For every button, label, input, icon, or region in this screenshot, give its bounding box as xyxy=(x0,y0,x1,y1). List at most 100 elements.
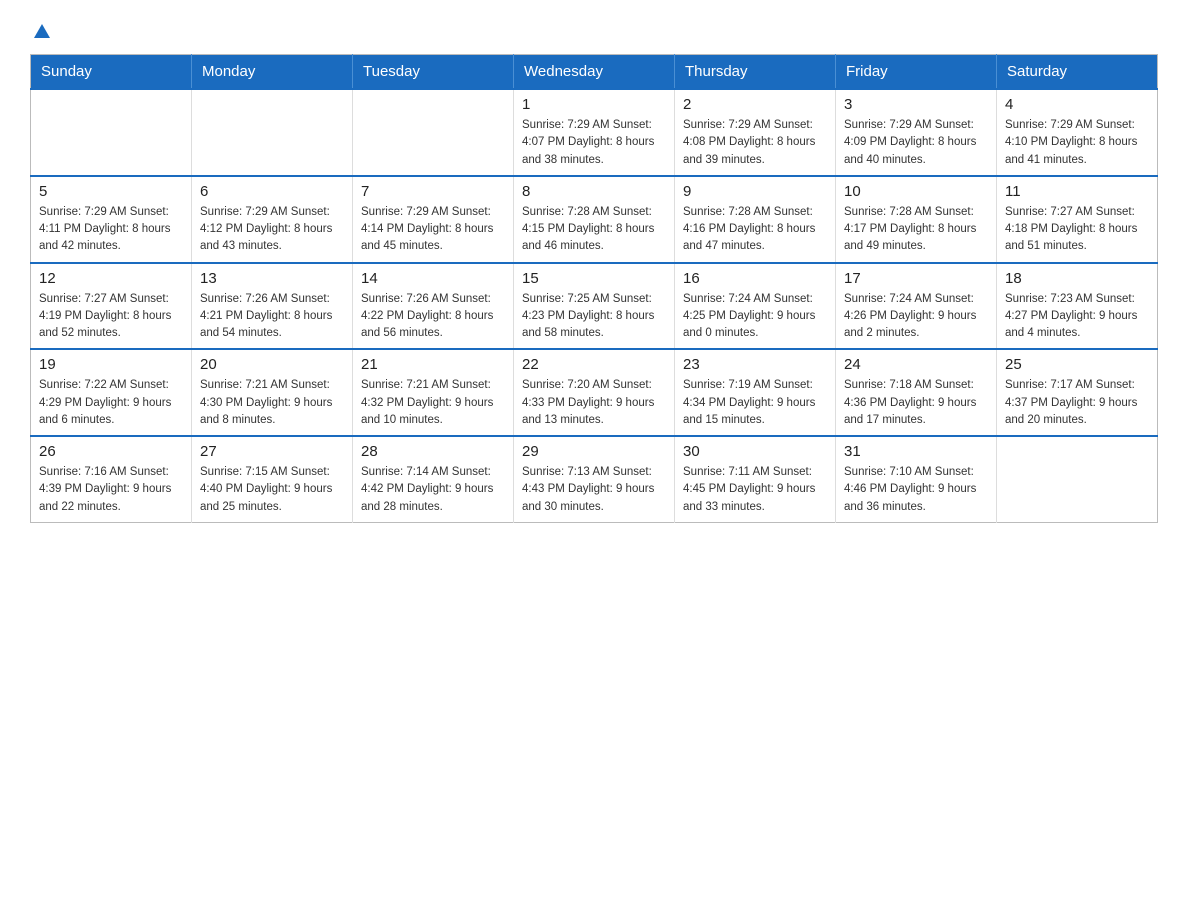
day-info: Sunrise: 7:29 AM Sunset: 4:14 PM Dayligh… xyxy=(361,204,505,256)
day-number: 27 xyxy=(200,443,344,460)
day-number: 10 xyxy=(844,183,988,200)
calendar-cell: 9 Sunrise: 7:28 AM Sunset: 4:16 PM Daylig… xyxy=(675,176,836,263)
day-number: 31 xyxy=(844,443,988,460)
calendar-cell: 24 Sunrise: 7:18 AM Sunset: 4:36 PM Dayli… xyxy=(836,349,997,436)
calendar-cell: 30 Sunrise: 7:11 AM Sunset: 4:45 PM Dayli… xyxy=(675,436,836,522)
day-number: 2 xyxy=(683,96,827,113)
day-info: Sunrise: 7:11 AM Sunset: 4:45 PM Dayligh… xyxy=(683,464,827,516)
day-number: 7 xyxy=(361,183,505,200)
day-number: 21 xyxy=(361,356,505,373)
day-number: 11 xyxy=(1005,183,1149,200)
day-number: 19 xyxy=(39,356,183,373)
day-info: Sunrise: 7:28 AM Sunset: 4:16 PM Dayligh… xyxy=(683,204,827,256)
calendar-cell: 7 Sunrise: 7:29 AM Sunset: 4:14 PM Daylig… xyxy=(353,176,514,263)
day-number: 1 xyxy=(522,96,666,113)
weekday-header-tuesday: Tuesday xyxy=(353,55,514,90)
day-info: Sunrise: 7:27 AM Sunset: 4:18 PM Dayligh… xyxy=(1005,204,1149,256)
day-number: 12 xyxy=(39,270,183,287)
day-number: 30 xyxy=(683,443,827,460)
calendar-cell: 27 Sunrise: 7:15 AM Sunset: 4:40 PM Dayli… xyxy=(192,436,353,522)
calendar-cell: 26 Sunrise: 7:16 AM Sunset: 4:39 PM Dayli… xyxy=(31,436,192,522)
calendar-cell: 15Sunrise: 7:25 AM Sunset: 4:23 PM Dayli… xyxy=(514,263,675,350)
calendar-week-row: 12 Sunrise: 7:27 AM Sunset: 4:19 PM Dayli… xyxy=(31,263,1158,350)
calendar-cell xyxy=(192,89,353,176)
calendar-cell: 11 Sunrise: 7:27 AM Sunset: 4:18 PM Dayli… xyxy=(997,176,1158,263)
day-number: 28 xyxy=(361,443,505,460)
day-info: Sunrise: 7:29 AM Sunset: 4:12 PM Dayligh… xyxy=(200,204,344,256)
day-info: Sunrise: 7:10 AM Sunset: 4:46 PM Dayligh… xyxy=(844,464,988,516)
day-info: Sunrise: 7:26 AM Sunset: 4:22 PM Dayligh… xyxy=(361,291,505,343)
day-info: Sunrise: 7:26 AM Sunset: 4:21 PM Dayligh… xyxy=(200,291,344,343)
calendar-cell: 2 Sunrise: 7:29 AM Sunset: 4:08 PM Daylig… xyxy=(675,89,836,176)
calendar-cell: 8 Sunrise: 7:28 AM Sunset: 4:15 PM Daylig… xyxy=(514,176,675,263)
calendar-cell: 13Sunrise: 7:26 AM Sunset: 4:21 PM Dayli… xyxy=(192,263,353,350)
day-info: Sunrise: 7:19 AM Sunset: 4:34 PM Dayligh… xyxy=(683,377,827,429)
day-number: 26 xyxy=(39,443,183,460)
day-info: Sunrise: 7:29 AM Sunset: 4:10 PM Dayligh… xyxy=(1005,117,1149,169)
calendar-cell: 20Sunrise: 7:21 AM Sunset: 4:30 PM Dayli… xyxy=(192,349,353,436)
day-info: Sunrise: 7:21 AM Sunset: 4:30 PM Dayligh… xyxy=(200,377,344,429)
day-info: Sunrise: 7:13 AM Sunset: 4:43 PM Dayligh… xyxy=(522,464,666,516)
day-info: Sunrise: 7:18 AM Sunset: 4:36 PM Dayligh… xyxy=(844,377,988,429)
day-number: 5 xyxy=(39,183,183,200)
logo-triangle-icon xyxy=(33,22,51,40)
calendar-cell: 23Sunrise: 7:19 AM Sunset: 4:34 PM Dayli… xyxy=(675,349,836,436)
day-info: Sunrise: 7:16 AM Sunset: 4:39 PM Dayligh… xyxy=(39,464,183,516)
day-info: Sunrise: 7:15 AM Sunset: 4:40 PM Dayligh… xyxy=(200,464,344,516)
calendar-cell: 4 Sunrise: 7:29 AM Sunset: 4:10 PM Daylig… xyxy=(997,89,1158,176)
day-info: Sunrise: 7:29 AM Sunset: 4:09 PM Dayligh… xyxy=(844,117,988,169)
day-number: 24 xyxy=(844,356,988,373)
calendar-cell: 16Sunrise: 7:24 AM Sunset: 4:25 PM Dayli… xyxy=(675,263,836,350)
weekday-header-monday: Monday xyxy=(192,55,353,90)
day-info: Sunrise: 7:22 AM Sunset: 4:29 PM Dayligh… xyxy=(39,377,183,429)
calendar-week-row: 19 Sunrise: 7:22 AM Sunset: 4:29 PM Dayli… xyxy=(31,349,1158,436)
day-info: Sunrise: 7:21 AM Sunset: 4:32 PM Dayligh… xyxy=(361,377,505,429)
weekday-header-sunday: Sunday xyxy=(31,55,192,90)
calendar-cell: 29 Sunrise: 7:13 AM Sunset: 4:43 PM Dayli… xyxy=(514,436,675,522)
day-number: 25 xyxy=(1005,356,1149,373)
page-header xyxy=(30,20,1158,34)
weekday-header-saturday: Saturday xyxy=(997,55,1158,90)
day-info: Sunrise: 7:23 AM Sunset: 4:27 PM Dayligh… xyxy=(1005,291,1149,343)
calendar-cell: 21 Sunrise: 7:21 AM Sunset: 4:32 PM Dayli… xyxy=(353,349,514,436)
day-info: Sunrise: 7:20 AM Sunset: 4:33 PM Dayligh… xyxy=(522,377,666,429)
calendar-cell xyxy=(353,89,514,176)
day-info: Sunrise: 7:24 AM Sunset: 4:26 PM Dayligh… xyxy=(844,291,988,343)
day-info: Sunrise: 7:28 AM Sunset: 4:15 PM Dayligh… xyxy=(522,204,666,256)
calendar-cell: 25 Sunrise: 7:17 AM Sunset: 4:37 PM Dayli… xyxy=(997,349,1158,436)
day-number: 18 xyxy=(1005,270,1149,287)
day-number: 8 xyxy=(522,183,666,200)
day-number: 17 xyxy=(844,270,988,287)
day-number: 6 xyxy=(200,183,344,200)
day-number: 22 xyxy=(522,356,666,373)
weekday-header-friday: Friday xyxy=(836,55,997,90)
calendar-cell: 28Sunrise: 7:14 AM Sunset: 4:42 PM Dayli… xyxy=(353,436,514,522)
calendar-cell xyxy=(31,89,192,176)
day-info: Sunrise: 7:17 AM Sunset: 4:37 PM Dayligh… xyxy=(1005,377,1149,429)
calendar-week-row: 26 Sunrise: 7:16 AM Sunset: 4:39 PM Dayli… xyxy=(31,436,1158,522)
day-number: 9 xyxy=(683,183,827,200)
calendar-cell: 14 Sunrise: 7:26 AM Sunset: 4:22 PM Dayli… xyxy=(353,263,514,350)
calendar-cell: 31 Sunrise: 7:10 AM Sunset: 4:46 PM Dayli… xyxy=(836,436,997,522)
day-number: 14 xyxy=(361,270,505,287)
weekday-header-wednesday: Wednesday xyxy=(514,55,675,90)
day-info: Sunrise: 7:29 AM Sunset: 4:11 PM Dayligh… xyxy=(39,204,183,256)
day-info: Sunrise: 7:25 AM Sunset: 4:23 PM Dayligh… xyxy=(522,291,666,343)
weekday-header-thursday: Thursday xyxy=(675,55,836,90)
day-info: Sunrise: 7:29 AM Sunset: 4:07 PM Dayligh… xyxy=(522,117,666,169)
calendar-cell: 5 Sunrise: 7:29 AM Sunset: 4:11 PM Daylig… xyxy=(31,176,192,263)
calendar-week-row: 1 Sunrise: 7:29 AM Sunset: 4:07 PM Daylig… xyxy=(31,89,1158,176)
calendar-cell: 10Sunrise: 7:28 AM Sunset: 4:17 PM Dayli… xyxy=(836,176,997,263)
day-info: Sunrise: 7:27 AM Sunset: 4:19 PM Dayligh… xyxy=(39,291,183,343)
day-info: Sunrise: 7:29 AM Sunset: 4:08 PM Dayligh… xyxy=(683,117,827,169)
calendar-cell: 19 Sunrise: 7:22 AM Sunset: 4:29 PM Dayli… xyxy=(31,349,192,436)
day-number: 29 xyxy=(522,443,666,460)
calendar-cell xyxy=(997,436,1158,522)
calendar-table: SundayMondayTuesdayWednesdayThursdayFrid… xyxy=(30,54,1158,523)
day-info: Sunrise: 7:24 AM Sunset: 4:25 PM Dayligh… xyxy=(683,291,827,343)
day-number: 4 xyxy=(1005,96,1149,113)
calendar-week-row: 5 Sunrise: 7:29 AM Sunset: 4:11 PM Daylig… xyxy=(31,176,1158,263)
calendar-cell: 12 Sunrise: 7:27 AM Sunset: 4:19 PM Dayli… xyxy=(31,263,192,350)
logo xyxy=(30,20,51,34)
weekday-header-row: SundayMondayTuesdayWednesdayThursdayFrid… xyxy=(31,55,1158,90)
